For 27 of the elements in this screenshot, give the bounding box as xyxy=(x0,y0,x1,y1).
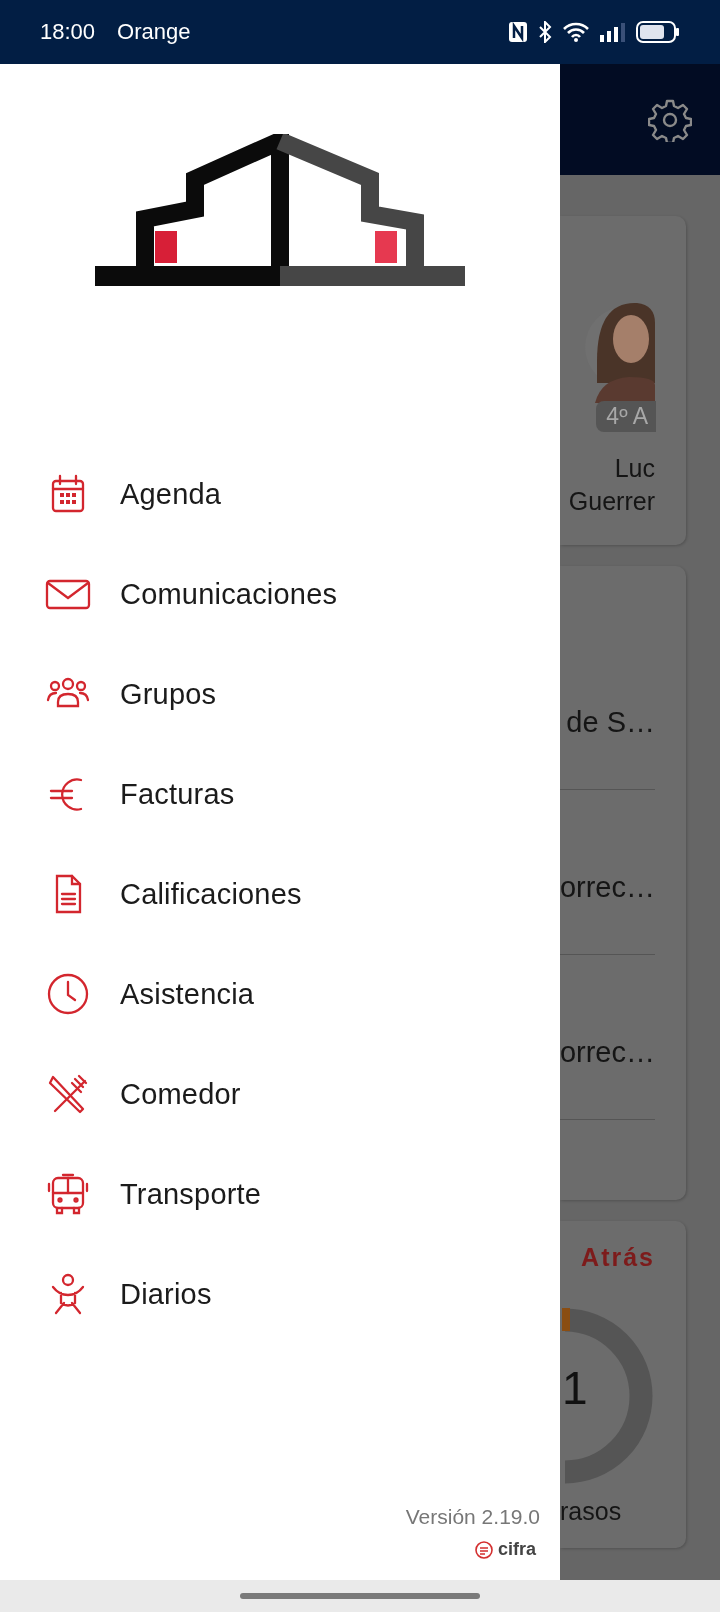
menu-item[interactable]: Grupos xyxy=(0,644,560,744)
menu-item[interactable]: Diarios xyxy=(0,1244,560,1344)
chat-bubble-icon xyxy=(473,1539,494,1560)
bluetooth-icon xyxy=(538,21,552,43)
menu-item[interactable]: Asistencia xyxy=(0,944,560,1044)
version-text: Versión 2.19.0 xyxy=(405,1505,540,1529)
clock-icon xyxy=(45,971,91,1017)
count-value: 1 xyxy=(562,1361,588,1415)
menu-item[interactable]: Calificaciones xyxy=(0,844,560,944)
menu-item[interactable]: Agenda xyxy=(0,444,560,544)
brand-logo: cifra xyxy=(473,1539,536,1560)
signal-icon xyxy=(600,22,626,42)
menu-item[interactable]: Comunicaciones xyxy=(0,544,560,644)
menu-item[interactable]: Facturas xyxy=(0,744,560,844)
student-last-name: Guerrer xyxy=(568,487,655,516)
nfc-icon xyxy=(508,21,528,43)
bus-icon xyxy=(45,1171,91,1217)
menu-item[interactable]: Comedor xyxy=(0,1044,560,1144)
count-caption: rasos xyxy=(560,1497,622,1526)
student-first-name: Luc xyxy=(614,454,655,483)
wifi-icon xyxy=(562,21,590,43)
battery-icon xyxy=(636,21,680,43)
menu-item[interactable]: Transporte xyxy=(0,1144,560,1244)
class-badge: 4º A xyxy=(596,401,656,432)
clock-time: 18:00 xyxy=(40,19,96,45)
carrier-name: Orange xyxy=(117,19,191,45)
settings-icon[interactable] xyxy=(648,97,692,142)
